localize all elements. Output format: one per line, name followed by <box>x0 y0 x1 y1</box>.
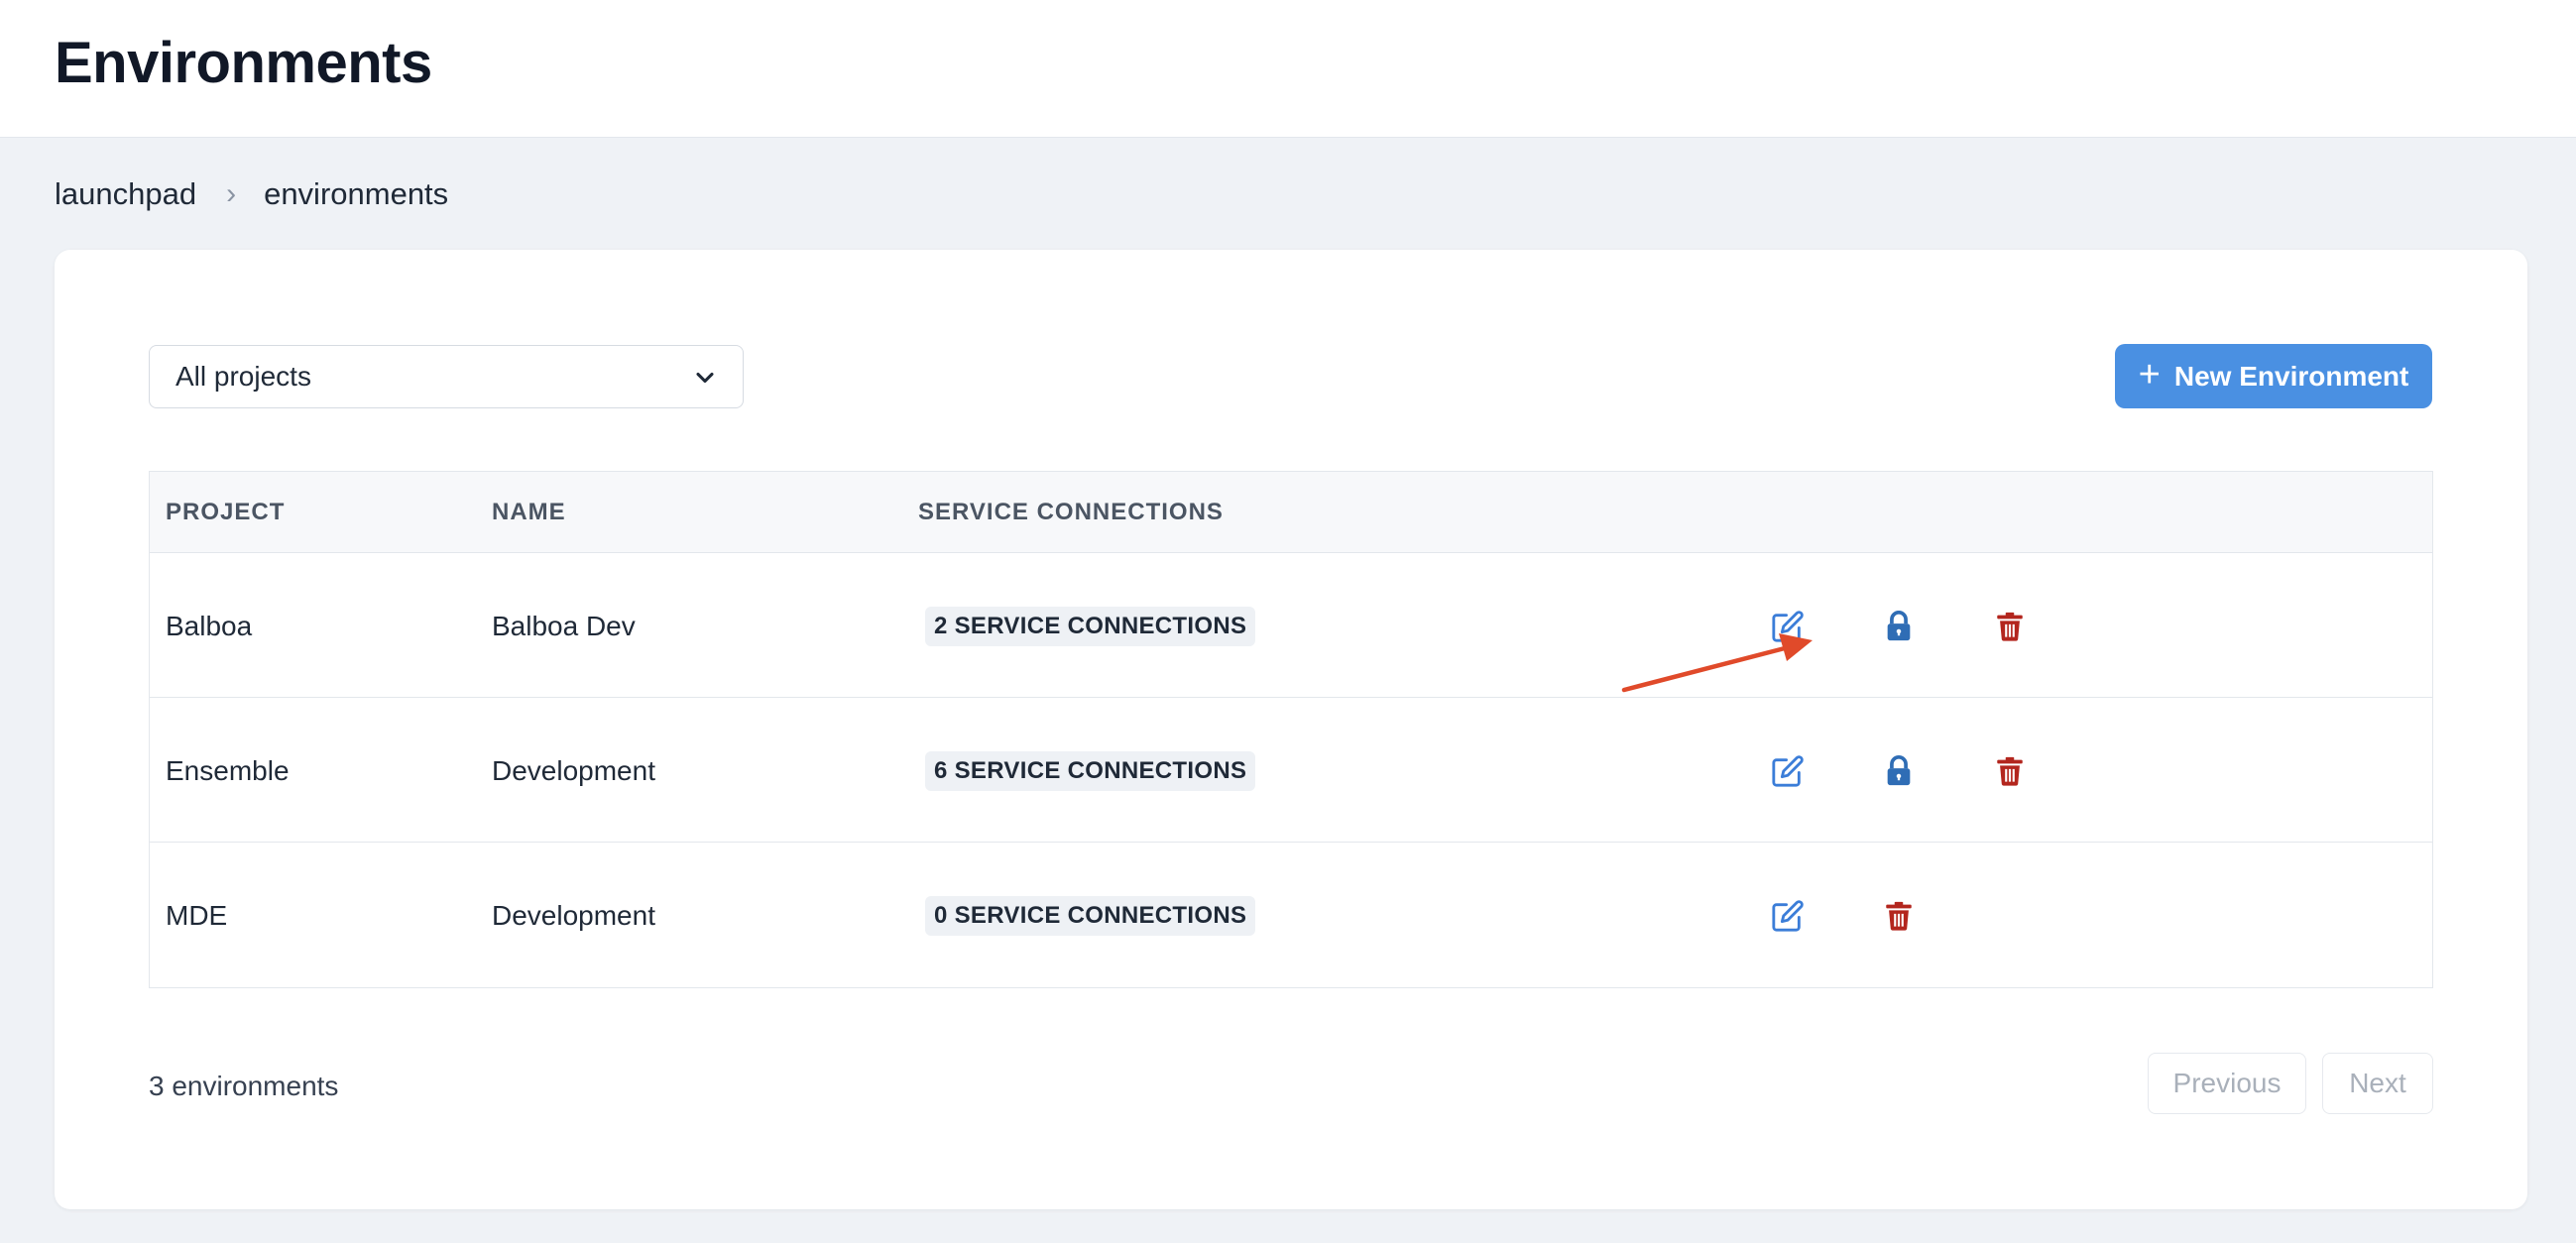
breadcrumb-separator: › <box>226 177 237 210</box>
new-environment-button[interactable]: + New Environment <box>2115 344 2432 408</box>
service-connections-badge: 6 SERVICE CONNECTIONS <box>925 751 1256 791</box>
column-header-project: PROJECT <box>166 499 286 525</box>
service-connections-badge: 0 SERVICE CONNECTIONS <box>925 896 1256 936</box>
edit-icon <box>1772 900 1804 932</box>
page-title: Environments <box>55 31 432 95</box>
breadcrumb-item-environments: environments <box>264 176 449 211</box>
delete-button[interactable] <box>1990 751 2030 791</box>
cell-project: MDE <box>166 900 228 931</box>
cell-project: Ensemble <box>166 755 290 786</box>
project-filter-select[interactable]: All projects <box>149 345 744 408</box>
cell-name: Development <box>492 755 655 786</box>
edit-button[interactable] <box>1768 751 1808 791</box>
column-header-name: NAME <box>492 499 566 525</box>
plus-icon: + <box>2138 354 2161 396</box>
table-row: Ensemble Development 6 SERVICE CONNECTIO… <box>150 698 2432 843</box>
edit-button[interactable] <box>1768 607 1808 646</box>
lock-icon <box>1887 755 1911 786</box>
lock-button[interactable] <box>1879 751 1919 791</box>
environments-table: PROJECT NAME SERVICE CONNECTIONS Balboa … <box>149 471 2433 988</box>
breadcrumb: launchpad › environments <box>55 174 448 214</box>
chevron-down-icon <box>696 372 714 384</box>
edit-button[interactable] <box>1768 896 1808 936</box>
delete-button[interactable] <box>1879 896 1919 936</box>
top-bar: Environments <box>0 0 2576 138</box>
table-row: Balboa Balboa Dev 2 SERVICE CONNECTIONS <box>150 553 2432 698</box>
trash-icon <box>1886 901 1912 931</box>
trash-icon <box>1997 756 2023 786</box>
breadcrumb-item-launchpad[interactable]: launchpad <box>55 176 196 212</box>
table-row: MDE Development 0 SERVICE CONNECTIONS <box>150 843 2432 987</box>
trash-icon <box>1997 612 2023 641</box>
lock-icon <box>1887 611 1911 641</box>
cell-project: Balboa <box>166 611 253 641</box>
edit-icon <box>1772 611 1804 642</box>
edit-icon <box>1772 755 1804 787</box>
new-environment-label: New Environment <box>2173 360 2409 392</box>
column-header-service-connections: SERVICE CONNECTIONS <box>918 499 1224 525</box>
delete-button[interactable] <box>1990 607 2030 646</box>
next-page-button[interactable]: Next <box>2322 1053 2433 1114</box>
project-filter-value: All projects <box>176 361 311 392</box>
service-connections-badge: 2 SERVICE CONNECTIONS <box>925 607 1256 646</box>
previous-page-button[interactable]: Previous <box>2148 1053 2306 1114</box>
environment-count: 3 environments <box>149 1071 339 1101</box>
table-header: PROJECT NAME SERVICE CONNECTIONS <box>150 472 2432 553</box>
cell-name: Development <box>492 900 655 931</box>
environments-card: All projects + New Environment PROJECT N… <box>55 250 2527 1209</box>
cell-name: Balboa Dev <box>492 611 636 641</box>
lock-button[interactable] <box>1879 607 1919 646</box>
